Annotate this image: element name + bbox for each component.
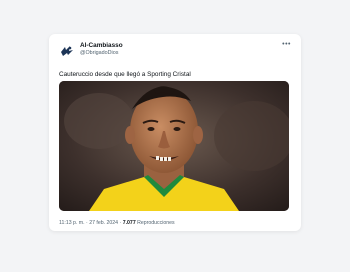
tweet-date[interactable]: 27 feb. 2024 — [89, 220, 118, 226]
user-handle[interactable]: @ObrigadoDios — [80, 50, 123, 56]
display-name[interactable]: Al-Cambiasso — [80, 42, 123, 49]
views-count: 7.077 — [122, 220, 136, 226]
photo-image — [59, 81, 289, 211]
tweet-meta: 11:13 p. m. · 27 feb. 2024 · 7.077 Repro… — [59, 220, 175, 226]
avatar[interactable] — [59, 43, 75, 59]
tweet-text: Cauteruccio desde que llegó a Sporting C… — [59, 71, 191, 78]
tweet-photo[interactable] — [59, 81, 289, 211]
tweet-time[interactable]: 11:13 p. m. — [59, 220, 85, 226]
views-label: Reproducciones — [137, 220, 175, 226]
more-options-icon[interactable]: ••• — [282, 41, 291, 48]
user-name-block[interactable]: Al-Cambiasso @ObrigadoDios — [80, 42, 123, 57]
tweet-header: Al-Cambiasso @ObrigadoDios ••• — [59, 41, 291, 63]
page-background: Al-Cambiasso @ObrigadoDios ••• Cauterucc… — [0, 0, 350, 272]
avatar-logo-icon — [59, 43, 75, 59]
tweet-card: Al-Cambiasso @ObrigadoDios ••• Cauterucc… — [49, 34, 301, 231]
meta-separator: · — [86, 220, 88, 226]
meta-separator: · — [119, 220, 122, 226]
